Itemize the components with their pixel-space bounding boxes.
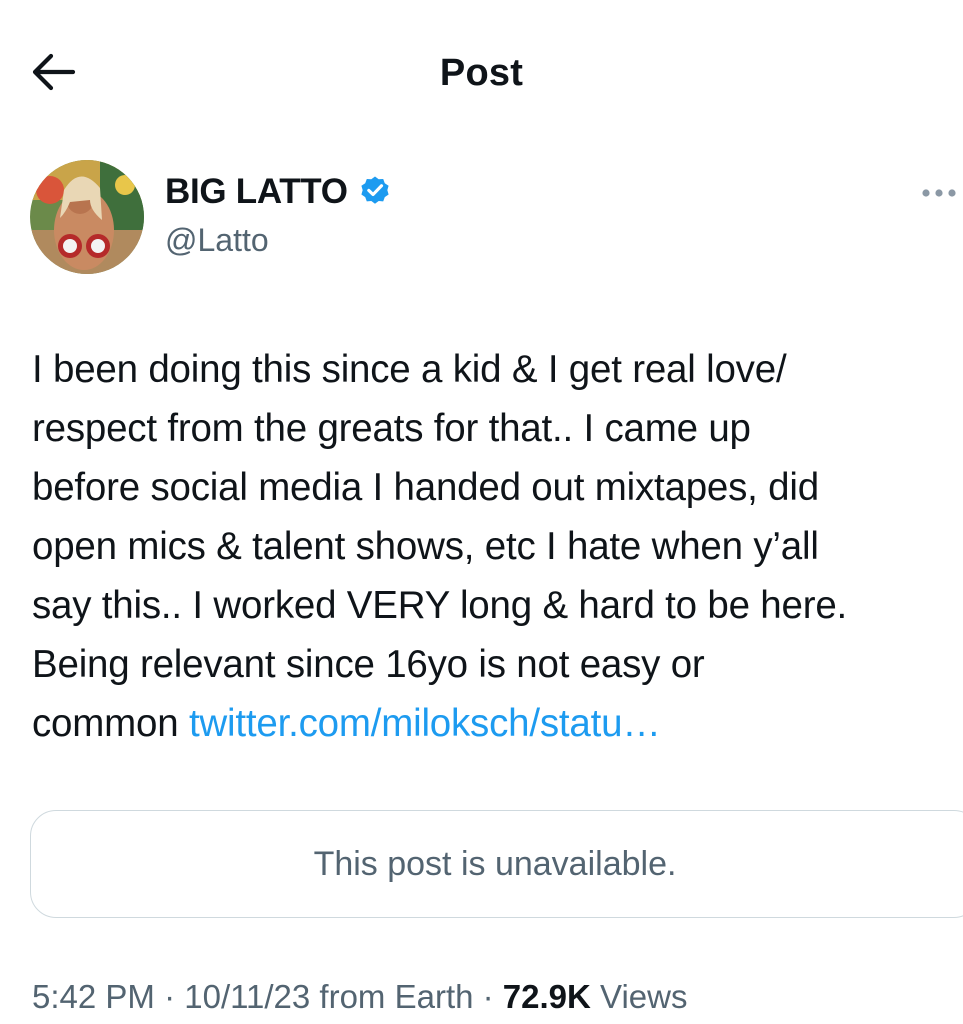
verified-badge-icon	[358, 173, 392, 212]
post-date[interactable]: 10/11/23	[184, 978, 310, 1015]
avatar[interactable]	[30, 160, 144, 274]
meta-separator: ·	[154, 978, 185, 1015]
page-title: Post	[439, 52, 524, 94]
display-name: BIG LATTO	[165, 172, 348, 211]
meta-separator: ·	[473, 978, 503, 1015]
quoted-post-unavailable-text: This post is unavailable.	[313, 844, 677, 883]
author-handle[interactable]: @Latto	[165, 222, 269, 259]
more-options-button[interactable]	[920, 180, 963, 210]
author-name-row[interactable]: BIG LATTO	[165, 172, 392, 212]
quoted-post-card[interactable]: This post is unavailable.	[30, 810, 963, 918]
post-meta: 5:42 PM · 10/11/23 from Earth · 72.9K Vi…	[32, 978, 687, 1016]
post-page: Post BIG LATTO @Latto I been doing this …	[0, 0, 963, 1024]
post-body: I been doing this since a kid & I get re…	[32, 348, 848, 745]
views-label: Views	[590, 978, 688, 1015]
post-text: I been doing this since a kid & I get re…	[32, 340, 952, 753]
post-link[interactable]: twitter.com/miloksch/statu…	[189, 702, 661, 745]
more-horizontal-icon	[920, 186, 960, 204]
post-source: from Earth	[310, 978, 474, 1015]
views-count[interactable]: 72.9K	[503, 978, 591, 1015]
post-time[interactable]: 5:42 PM	[32, 978, 155, 1015]
